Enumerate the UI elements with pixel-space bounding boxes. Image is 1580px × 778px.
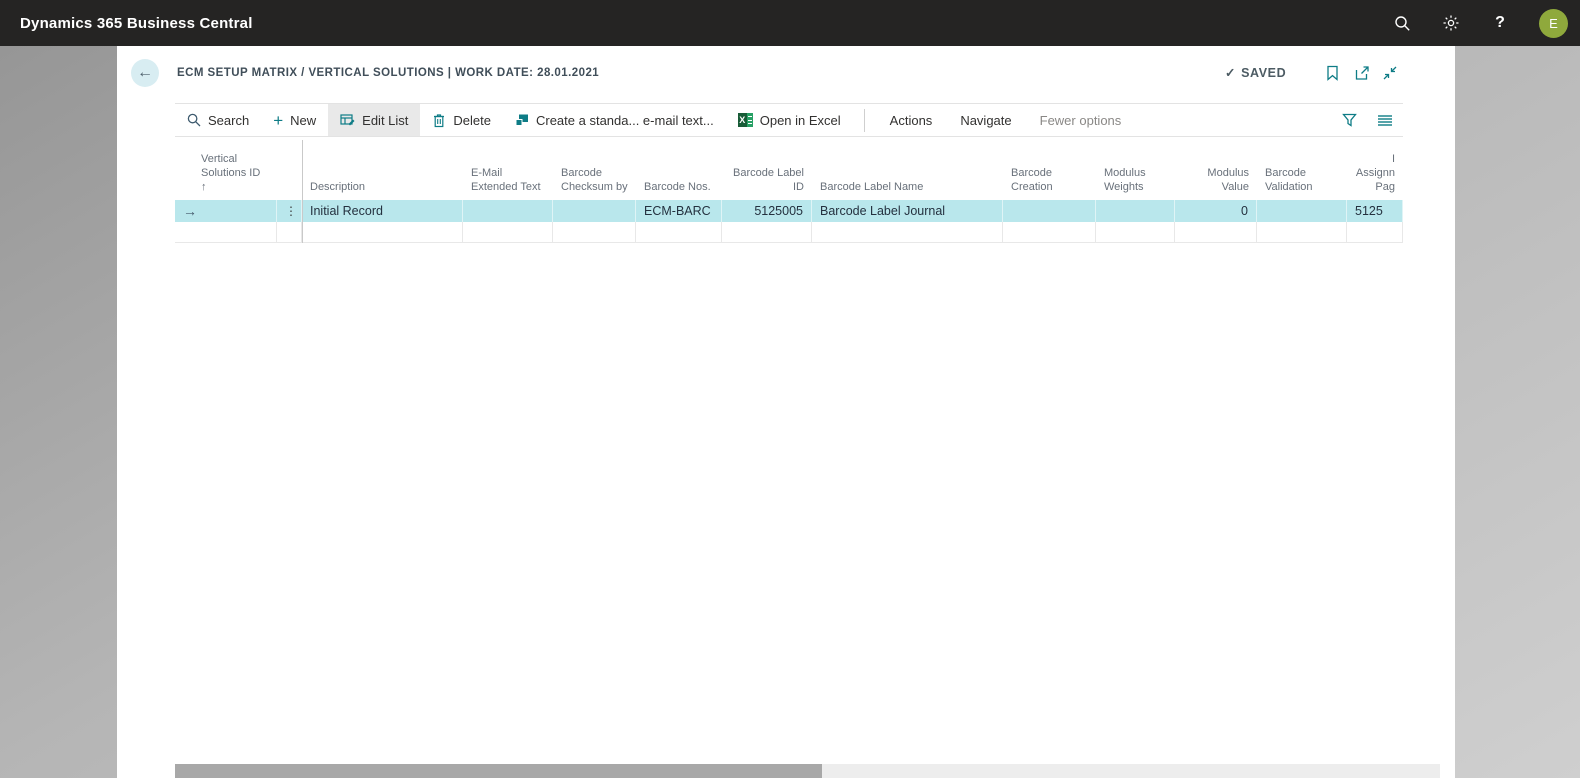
open-in-new-window-icon[interactable] xyxy=(1353,64,1371,82)
horizontal-scrollbar-thumb[interactable] xyxy=(175,764,822,778)
page-title: ECM SETUP MATRIX / VERTICAL SOLUTIONS | … xyxy=(177,67,600,79)
toolbar-search-button[interactable]: Search xyxy=(175,104,261,136)
column-header-assignment-page-clipped[interactable]: I Assignn Pag xyxy=(1347,152,1403,200)
cell-barcode-label-id[interactable]: 5125005 xyxy=(722,200,812,222)
sort-ascending-icon: ↑ xyxy=(201,181,207,193)
cell-email-extended-text[interactable] xyxy=(463,200,553,222)
toolbar-edit-list-button[interactable]: Edit List xyxy=(328,104,421,136)
toolbar-actions-menu[interactable]: Actions xyxy=(876,104,947,136)
check-icon: ✓ xyxy=(1225,66,1237,80)
save-status-label: SAVED xyxy=(1241,65,1287,80)
column-header-barcode-checksum-by[interactable]: Barcode Checksum by xyxy=(553,166,636,200)
cell-modulus-weights[interactable] xyxy=(1096,200,1175,222)
column-header-barcode-label-name[interactable]: Barcode Label Name xyxy=(812,180,1003,200)
empty-cell[interactable] xyxy=(1175,222,1257,242)
toolbar-create-standard-email-text-button[interactable]: Create a standa... e-mail text... xyxy=(503,104,726,136)
column-header-modulus-weights[interactable]: Modulus Weights xyxy=(1096,166,1175,200)
column-header-description[interactable]: Description xyxy=(302,180,463,200)
empty-cell[interactable] xyxy=(553,222,636,242)
empty-cell[interactable] xyxy=(277,222,302,242)
empty-cell[interactable] xyxy=(1347,222,1403,242)
bookmark-icon[interactable] xyxy=(1323,64,1341,82)
action-toolbar: Search + New Edit List Delete Create a s… xyxy=(175,103,1403,137)
cell-barcode-label-name[interactable]: Barcode Label Journal xyxy=(812,200,1003,222)
topbar-actions: ? E xyxy=(1392,0,1568,46)
excel-icon: X xyxy=(737,113,753,127)
row-menu-cell[interactable]: ⋮ xyxy=(277,200,302,222)
collapse-window-icon[interactable] xyxy=(1381,64,1399,82)
cell-barcode-nos[interactable]: ECM-BARC xyxy=(636,200,722,222)
app-title: Dynamics 365 Business Central xyxy=(20,14,253,32)
column-header-barcode-validation[interactable]: Barcode Validation xyxy=(1257,166,1347,200)
search-icon xyxy=(187,113,201,127)
cell-modulus-value[interactable]: 0 xyxy=(1175,200,1257,222)
toolbar-open-in-excel-button[interactable]: X Open in Excel xyxy=(726,104,853,136)
back-button[interactable]: ← xyxy=(131,59,159,87)
toolbar-navigate-menu[interactable]: Navigate xyxy=(946,104,1025,136)
help-icon[interactable]: ? xyxy=(1490,13,1510,33)
settings-gear-icon[interactable] xyxy=(1441,13,1461,33)
trash-icon xyxy=(432,113,446,128)
empty-cell[interactable] xyxy=(1096,222,1175,242)
empty-cell[interactable] xyxy=(463,222,553,242)
cell-description[interactable]: Initial Record xyxy=(302,200,463,222)
empty-cell[interactable] xyxy=(636,222,722,242)
top-navigation-bar: Dynamics 365 Business Central ? E xyxy=(0,0,1580,46)
user-avatar[interactable]: E xyxy=(1539,8,1568,38)
list-view-icon[interactable] xyxy=(1375,110,1395,130)
cell-barcode-validation[interactable] xyxy=(1257,200,1347,222)
toolbar-fewer-options-button[interactable]: Fewer options xyxy=(1026,104,1136,136)
toolbar-delete-button[interactable]: Delete xyxy=(420,104,503,136)
cell-assignment-page-clipped[interactable]: 5125 xyxy=(1347,200,1403,222)
current-row-arrow-icon: → xyxy=(183,203,197,219)
column-header-modulus-value[interactable]: Modulus Value xyxy=(1175,166,1257,200)
plus-icon: + xyxy=(273,110,284,130)
empty-cell[interactable] xyxy=(175,222,277,242)
back-arrow-icon: ← xyxy=(137,64,153,81)
table-row-selected[interactable]: → ⋮ Initial Record ECM-BARC 5125005 Barc… xyxy=(175,200,1403,222)
empty-cell[interactable] xyxy=(1003,222,1096,242)
row-selector-cell[interactable]: → xyxy=(175,200,277,222)
column-header-email-extended-text[interactable]: E-Mail Extended Text xyxy=(463,166,553,200)
avatar-initial: E xyxy=(1549,15,1558,31)
create-standard-email-text-icon xyxy=(515,113,529,127)
empty-cell[interactable] xyxy=(722,222,812,242)
empty-cell[interactable] xyxy=(302,222,463,242)
empty-cell[interactable] xyxy=(1257,222,1347,242)
table-row-empty[interactable] xyxy=(175,222,1403,243)
column-header-barcode-nos[interactable]: Barcode Nos. xyxy=(636,180,722,200)
empty-cell[interactable] xyxy=(812,222,1003,242)
column-header-barcode-label-id[interactable]: Barcode Label ID xyxy=(722,166,812,200)
view-controls xyxy=(1339,110,1395,130)
list-grid: Vertical Solutions ID ↑ Description E-Ma… xyxy=(175,140,1403,243)
grid-header-row: Vertical Solutions ID ↑ Description E-Ma… xyxy=(175,140,1403,200)
frozen-pane-divider xyxy=(302,140,303,243)
edit-list-icon xyxy=(340,113,355,127)
toolbar-new-button[interactable]: + New xyxy=(261,104,328,136)
horizontal-scrollbar-track[interactable] xyxy=(175,764,1440,778)
column-header-vertical-solutions-id[interactable]: Vertical Solutions ID ↑ xyxy=(175,152,277,200)
cell-barcode-checksum-by[interactable] xyxy=(553,200,636,222)
save-status: ✓ SAVED xyxy=(1225,65,1287,81)
ellipsis-menu-icon: ⋮ xyxy=(285,204,297,218)
column-header-barcode-creation[interactable]: Barcode Creation xyxy=(1003,166,1096,200)
search-icon[interactable] xyxy=(1392,13,1412,33)
cell-barcode-creation[interactable] xyxy=(1003,200,1096,222)
page-card: ← ECM SETUP MATRIX / VERTICAL SOLUTIONS … xyxy=(117,46,1455,778)
toolbar-separator xyxy=(863,108,865,132)
filter-icon[interactable] xyxy=(1339,110,1359,130)
